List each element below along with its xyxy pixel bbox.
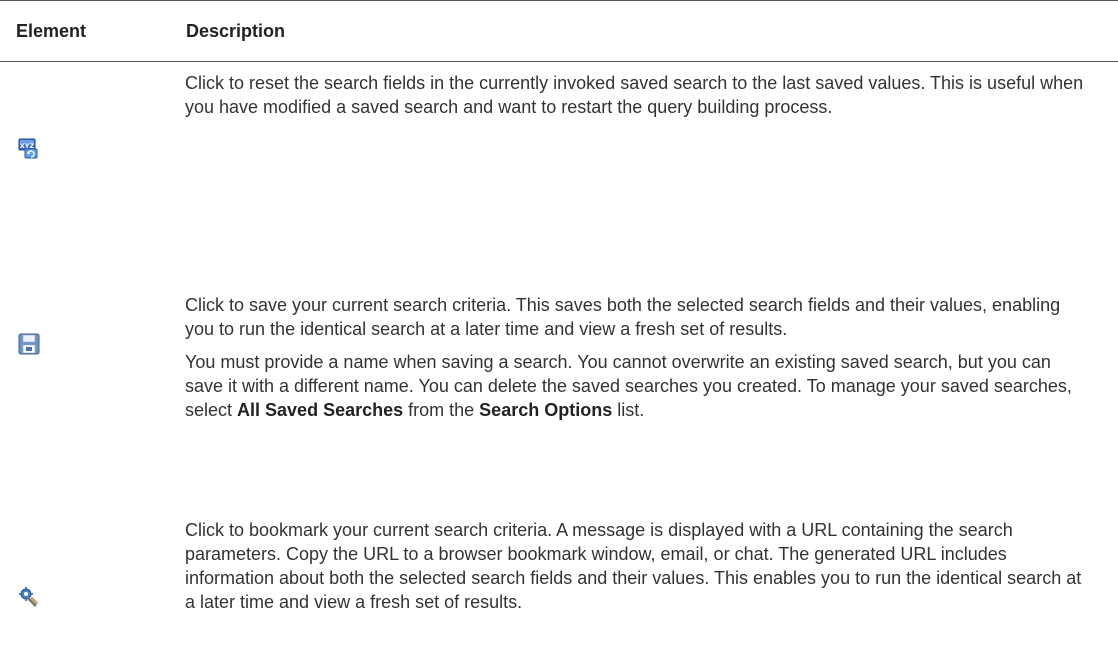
description-paragraph: Click to bookmark your current search cr… <box>185 520 1082 612</box>
description-paragraph: Click to reset the search fields in the … <box>185 73 1084 117</box>
text-run: from the <box>403 400 480 420</box>
bookmark-link-icon <box>18 586 40 608</box>
table-header-row: Element Description <box>0 0 1118 62</box>
description-cell: Click to save your current search criter… <box>185 293 1090 431</box>
description-paragraph: You must provide a name when saving a se… <box>185 350 1090 422</box>
reset-search-icon: XYZ <box>18 138 40 160</box>
table-row: Click to bookmark your current search cr… <box>0 518 1118 658</box>
table-row: XYZ Click to reset the search fields in … <box>0 71 1118 281</box>
text-run: list. <box>612 400 645 420</box>
column-header-element: Element <box>16 21 87 41</box>
description-paragraph: Click to save your current search criter… <box>185 295 1061 339</box>
column-header-description: Description <box>186 21 286 41</box>
save-disk-icon <box>18 333 40 355</box>
menu-name-all-saved-searches: All Saved Searches <box>237 400 404 420</box>
description-cell: Click to reset the search fields in the … <box>185 71 1090 128</box>
table-row: Click to save your current search criter… <box>0 293 1118 513</box>
menu-name-search-options: Search Options <box>479 400 613 420</box>
description-cell: Click to bookmark your current search cr… <box>185 518 1090 623</box>
